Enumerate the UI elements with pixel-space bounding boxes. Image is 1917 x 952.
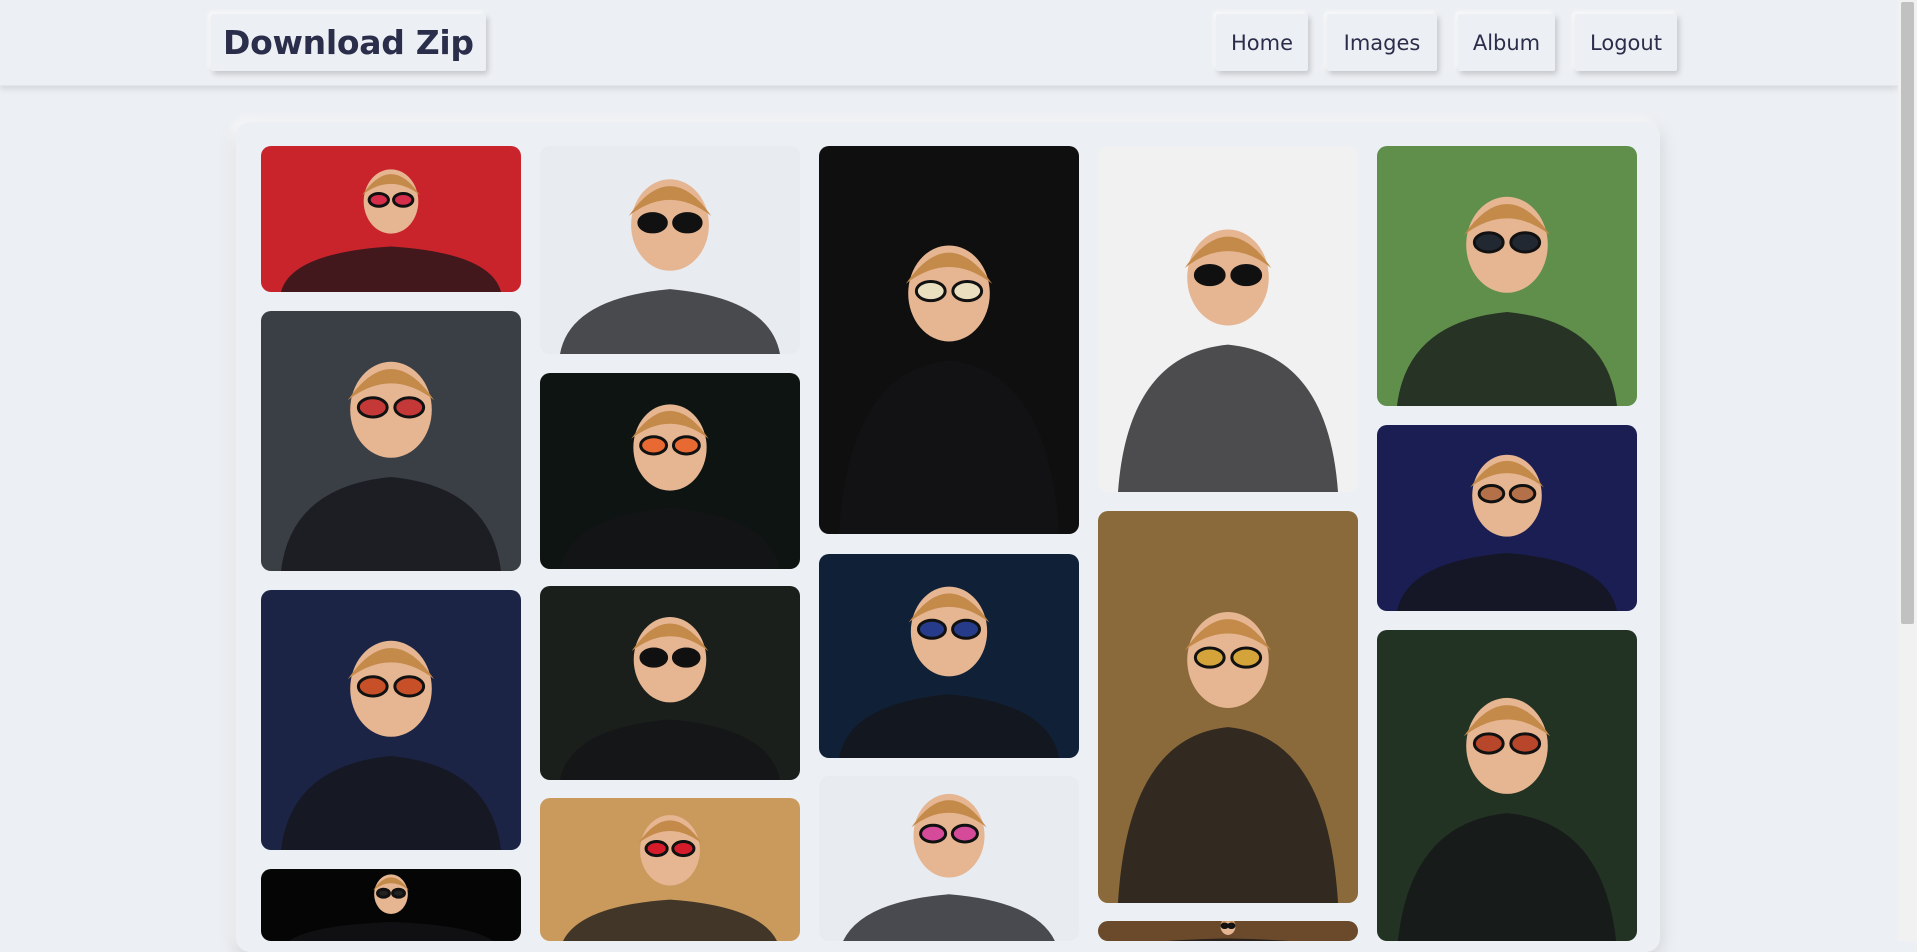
gallery-photo[interactable] xyxy=(819,554,1079,758)
gallery-photo[interactable] xyxy=(1377,425,1637,611)
gallery-photo[interactable] xyxy=(1098,146,1358,492)
download-zip-button[interactable]: Download Zip xyxy=(211,14,486,71)
photo-illustration xyxy=(560,404,780,569)
gallery-photo[interactable] xyxy=(1098,921,1358,941)
gallery-photo[interactable] xyxy=(540,798,800,941)
gallery-photo[interactable] xyxy=(819,146,1079,534)
nav-album-button[interactable]: Album xyxy=(1458,14,1555,71)
photo-illustration xyxy=(560,617,780,780)
photo-illustration xyxy=(1166,921,1290,941)
gallery-photo[interactable] xyxy=(261,590,521,850)
photo-illustration xyxy=(839,586,1059,758)
nav-home-button[interactable]: Home xyxy=(1216,14,1308,71)
top-navbar: Download Zip Home Images Album Logout xyxy=(0,0,1898,86)
gallery-photo[interactable] xyxy=(540,586,800,780)
photo-illustration xyxy=(1397,454,1617,611)
photo-illustration xyxy=(281,169,501,292)
photo-illustration xyxy=(1397,697,1617,941)
photo-illustration xyxy=(1118,611,1338,903)
photo-illustration xyxy=(563,815,777,941)
scrollbar-thumb[interactable] xyxy=(1901,2,1914,624)
gallery-photo[interactable] xyxy=(540,373,800,569)
gallery-photo[interactable] xyxy=(261,146,521,292)
nav-logout-button[interactable]: Logout xyxy=(1575,14,1677,71)
photo-illustration xyxy=(289,874,493,941)
page-scrollbar[interactable] xyxy=(1898,0,1917,941)
gallery-photo[interactable] xyxy=(261,311,521,571)
photo-illustration xyxy=(843,793,1055,941)
gallery-photo[interactable] xyxy=(819,776,1079,941)
gallery-photo[interactable] xyxy=(1377,630,1637,941)
gallery-photo[interactable] xyxy=(1377,146,1637,406)
photo-illustration xyxy=(1118,229,1338,492)
gallery-photo[interactable] xyxy=(261,869,521,941)
gallery-photo[interactable] xyxy=(540,146,800,354)
gallery-photo[interactable] xyxy=(1098,511,1358,903)
photo-illustration xyxy=(839,245,1059,534)
photo-illustration xyxy=(281,640,501,850)
photo-illustration xyxy=(281,361,501,571)
photo-illustration xyxy=(560,179,780,354)
photo-illustration xyxy=(1397,196,1617,406)
nav-images-button[interactable]: Images xyxy=(1327,14,1437,71)
